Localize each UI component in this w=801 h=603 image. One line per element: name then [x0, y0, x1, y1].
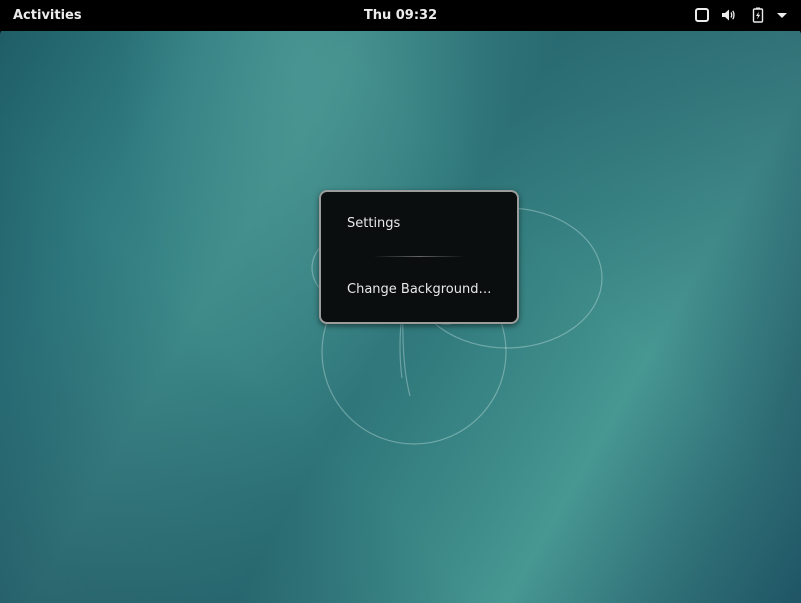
volume-icon[interactable] — [720, 7, 736, 23]
battery-icon[interactable] — [750, 7, 766, 23]
menu-item-label: Change Background… — [347, 282, 492, 297]
top-bar: Activities Thu 09:32 — [0, 0, 801, 31]
chevron-down-icon[interactable] — [774, 7, 790, 23]
desktop-context-menu: Settings Change Background… — [319, 190, 519, 324]
menu-item-label: Settings — [347, 216, 401, 231]
clock-container: Thu 09:32 — [0, 8, 801, 23]
activities-button[interactable]: Activities — [13, 8, 82, 23]
menu-item-change-background[interactable]: Change Background… — [321, 276, 517, 306]
clock-button[interactable]: Thu 09:32 — [364, 8, 437, 23]
menu-item-settings[interactable]: Settings — [321, 210, 517, 240]
screen: Settings Change Background… Activities T… — [0, 0, 801, 603]
menu-separator — [373, 256, 465, 257]
desktop-background[interactable]: Settings Change Background… — [0, 28, 801, 603]
window-icon[interactable] — [694, 7, 710, 23]
